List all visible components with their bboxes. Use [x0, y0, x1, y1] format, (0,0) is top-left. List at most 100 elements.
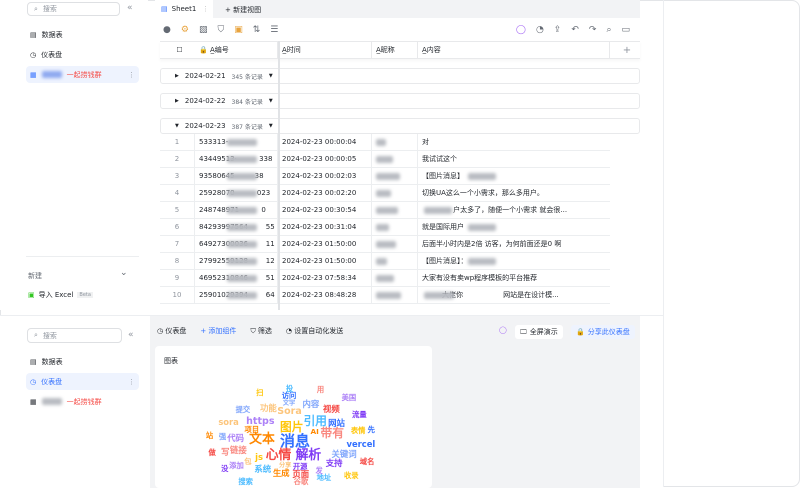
cell-time[interactable]: 2024-02-23 00:02:20 [278, 185, 372, 201]
table-row[interactable]: 2 43449513· 338 2024-02-23 00:00:05 我试试这… [160, 151, 610, 168]
field-config-icon[interactable]: ⚙ [181, 25, 189, 35]
cell-content[interactable]: 就是国际用户 [418, 219, 610, 235]
table-row[interactable]: 7 64927300036 11 2024-02-23 01:50:00 后面半… [160, 236, 610, 253]
cell-nickname[interactable] [372, 202, 418, 218]
column-header-id[interactable]: 🔒 A̲ 编号 [195, 42, 278, 58]
cell-id[interactable]: 27992559128 12 [195, 253, 278, 269]
column-header-nickname[interactable]: A̲ 昵称 [372, 42, 418, 58]
cell-nickname[interactable] [372, 134, 418, 150]
cell-time[interactable]: 2024-02-23 07:58:34 [278, 270, 372, 286]
sidebar-search-input[interactable]: ⌕ 搜索 [27, 2, 120, 16]
chart-card[interactable]: 图表 消息 解析 心情 文本 图片 引用 带有 https Sora 关键词 网站 支持 页面 生成 js 系… [155, 346, 432, 488]
table-row[interactable]: 10 25901029394 64 2024-02-23 08:48:28 大佬… [160, 287, 610, 304]
table-row[interactable]: 9 46952310846 51 2024-02-23 07:58:34 大家有… [160, 270, 610, 287]
cell-nickname[interactable] [372, 219, 418, 235]
collapse-sidebar-icon[interactable]: « [128, 330, 134, 340]
present-button[interactable]: 🖵 全屏演示 [515, 325, 563, 339]
cell-id[interactable]: 93580645 38 [195, 168, 278, 184]
comment-icon[interactable]: ▭ [621, 25, 630, 35]
column-header-content[interactable]: A̲ 内容 [418, 42, 610, 58]
ai-icon[interactable]: ◯ [499, 326, 507, 334]
new-view-button[interactable]: + 新建视图 [225, 5, 261, 15]
share-icon[interactable]: ⇪ [554, 25, 562, 35]
ai-icon[interactable]: ◯ [516, 25, 526, 35]
row-height-icon[interactable]: ☰ [270, 25, 278, 35]
cell-time[interactable]: 2024-02-23 00:00:05 [278, 151, 372, 167]
table-row[interactable]: 8 27992559128 12 2024-02-23 01:50:00 【图片… [160, 253, 610, 270]
cell-time[interactable]: 2024-02-23 00:00:04 [278, 134, 372, 150]
add-column-button[interactable]: + [610, 42, 640, 58]
cell-nickname[interactable] [372, 185, 418, 201]
cell-time[interactable]: 2024-02-23 00:30:54 [278, 202, 372, 218]
tab-sheet1[interactable]: ▤ Sheet1 ⋮ [155, 0, 213, 18]
cell-content[interactable]: 大家有没有卖wp程序模板的平台推荐 [418, 270, 610, 286]
group-row[interactable]: ▼ 2024-02-23 387 条记录 ▼ [160, 118, 640, 134]
cell-content[interactable]: 对 [418, 134, 610, 150]
sidebar-search-input[interactable]: ⌕ 搜索 [27, 328, 122, 343]
settings-dot-icon[interactable]: ● [163, 25, 171, 35]
sidebar-item-group-table[interactable]: ▦ 一起捞钱群 [26, 393, 139, 410]
sidebar-item-table[interactable]: ▤ 数据表 [26, 26, 139, 43]
cell-content[interactable]: 大佬你 网站是在设计模... [418, 287, 610, 303]
cell-time[interactable]: 2024-02-23 01:50:00 [278, 236, 372, 252]
sort-icon[interactable]: ⇅ [253, 25, 261, 35]
table-row[interactable]: 4 25928070 023 2024-02-23 00:02:20 切换UA这… [160, 185, 610, 202]
more-icon[interactable]: ⋮ [128, 378, 135, 386]
column-header-time[interactable]: A̲ 时间 [278, 42, 372, 58]
cell-id[interactable]: 533313- [195, 134, 278, 150]
share-dashboard-button[interactable]: 🔒 分享此仪表盘 [571, 325, 635, 339]
more-icon[interactable]: ⋮ [202, 5, 209, 13]
group-row[interactable]: ▶ 2024-02-21 345 条记录 ▼ [160, 68, 640, 84]
caret-right-icon[interactable]: ▶ [175, 98, 179, 104]
table-row[interactable]: 3 93580645 38 2024-02-23 00:02:03 【图片消息】 [160, 168, 610, 185]
frozen-column-divider[interactable] [278, 41, 280, 310]
cell-content[interactable]: 户太多了，随便一个小需求 就会很... [418, 202, 610, 218]
search-records-icon[interactable]: ⌕ [606, 25, 611, 35]
caret-down-icon[interactable]: ▼ [269, 73, 273, 79]
cell-content[interactable]: 【图片消息】 [418, 168, 610, 184]
table-row[interactable]: 1 533313- 2024-02-23 00:00:04 对 [160, 134, 610, 151]
cell-time[interactable]: 2024-02-23 00:02:03 [278, 168, 372, 184]
automation-button[interactable]: ◔ 设置自动化发送 [286, 326, 343, 336]
cell-time[interactable]: 2024-02-23 00:31:04 [278, 219, 372, 235]
add-widget-button[interactable]: + 添加组件 [200, 326, 236, 336]
cell-nickname[interactable] [372, 287, 418, 303]
cell-id[interactable]: 43449513· 338 [195, 151, 278, 167]
caret-right-icon[interactable]: ▶ [175, 73, 179, 79]
undo-icon[interactable]: ↶ [571, 25, 579, 35]
filter-button[interactable]: ⛉ 筛选 [250, 326, 271, 336]
cell-time[interactable]: 2024-02-23 08:48:28 [278, 287, 372, 303]
group-row[interactable]: ▶ 2024-02-22 384 条记录 ▼ [160, 93, 640, 109]
group-icon[interactable]: ▣ [234, 25, 243, 35]
cell-content[interactable]: 我试试这个 [418, 151, 610, 167]
sidebar-item-dashboard[interactable]: ◷ 仪表盘 ⋮ [26, 373, 139, 390]
cell-nickname[interactable] [372, 236, 418, 252]
history-icon[interactable]: ◔ [536, 25, 544, 35]
caret-down-icon[interactable]: ▼ [269, 98, 273, 104]
redo-icon[interactable]: ↷ [589, 25, 597, 35]
cell-id[interactable]: 84293997564 55 [195, 219, 278, 235]
import-excel-button[interactable]: ▣ 导入 Excel Beta [28, 290, 93, 300]
cell-content[interactable]: 【图片消息】： [418, 253, 610, 269]
view-config-icon[interactable]: ▧ [199, 25, 208, 35]
collapse-sidebar-icon[interactable]: « [127, 3, 133, 13]
cell-nickname[interactable] [372, 253, 418, 269]
table-row[interactable]: 6 84293997564 55 2024-02-23 00:31:04 就是国… [160, 219, 610, 236]
cell-content[interactable]: 后面半小时内是2倍 访客，为何前面还是0 啊 [418, 236, 610, 252]
cell-nickname[interactable] [372, 168, 418, 184]
cell-content[interactable]: 切换UA这么一个小需求，那么多用户。 [418, 185, 610, 201]
select-all-checkbox[interactable]: ☐ [160, 42, 195, 58]
cell-nickname[interactable] [372, 151, 418, 167]
table-row[interactable]: 5 248748971 0 2024-02-23 00:30:54 户太多了，随… [160, 202, 610, 219]
caret-down-icon[interactable]: ▼ [269, 123, 273, 129]
chevron-down-icon[interactable]: ⌄ [120, 268, 128, 278]
sidebar-item-table[interactable]: ▤ 数据表 [26, 353, 139, 370]
cell-id[interactable]: 25901029394 64 [195, 287, 278, 303]
filter-icon[interactable]: ⛉ [217, 25, 224, 35]
cell-id[interactable]: 46952310846 51 [195, 270, 278, 286]
cell-id[interactable]: 64927300036 11 [195, 236, 278, 252]
caret-down-icon[interactable]: ▼ [175, 123, 179, 129]
sidebar-item-group-table[interactable]: ▦ 一起捞钱群 ⋮ [26, 66, 139, 83]
more-icon[interactable]: ⋮ [128, 71, 135, 79]
cell-id[interactable]: 25928070 023 [195, 185, 278, 201]
